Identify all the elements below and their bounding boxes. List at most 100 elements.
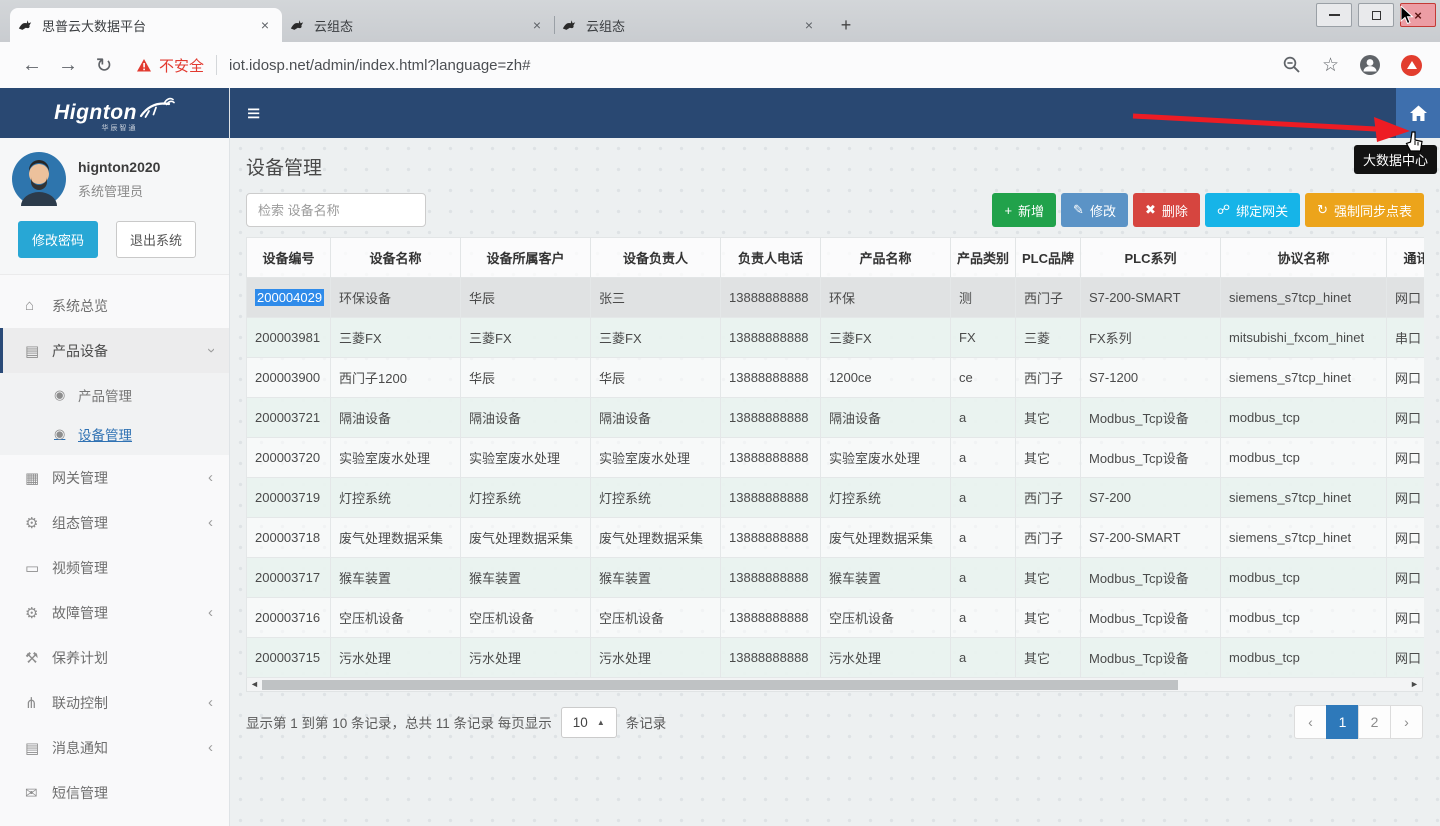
- scroll-right-icon[interactable]: ►: [1407, 680, 1422, 689]
- sidebar-item[interactable]: ▭视频管理: [0, 545, 229, 590]
- scrollbar-thumb[interactable]: [262, 680, 1178, 690]
- main-area: ≡ 大数据中心 设备管理 +新增✎修改✖删除☍绑定网关↻强制同步点表: [230, 88, 1440, 826]
- home-button[interactable]: [1396, 88, 1440, 138]
- sidebar-item[interactable]: ▦空间管理: [0, 815, 229, 826]
- table-row[interactable]: 200004029环保设备华辰张三13888888888环保测西门子S7-200…: [247, 278, 1425, 318]
- browser-tab[interactable]: 思普云大数据平台×: [10, 8, 282, 42]
- scrollbar-track[interactable]: [262, 680, 1407, 690]
- sidebar-item[interactable]: ✉短信管理: [0, 770, 229, 815]
- zoom-out-icon[interactable]: [1282, 55, 1302, 75]
- tab-strip: 思普云大数据平台×云组态×云组态×: [10, 8, 826, 42]
- edit-button[interactable]: ✎修改: [1061, 193, 1128, 227]
- table-cell: 西门子: [1016, 518, 1081, 558]
- dot-circle-icon: ◉: [54, 387, 78, 403]
- new-tab-button[interactable]: +: [832, 11, 860, 39]
- prev-page[interactable]: ‹: [1294, 705, 1327, 739]
- forward-button[interactable]: →: [50, 54, 86, 77]
- logo-subtext: 华辰智通: [102, 123, 138, 133]
- sidebar-item[interactable]: ⌂系统总览: [0, 283, 229, 328]
- minimize-button[interactable]: [1316, 3, 1352, 27]
- table-cell: 网口: [1387, 478, 1425, 518]
- browser-tab[interactable]: 云组态×: [554, 8, 826, 42]
- table-cell: 西门子1200: [331, 358, 461, 398]
- reload-button[interactable]: ↻: [86, 53, 122, 78]
- page-buttons: ‹12›: [1294, 705, 1423, 739]
- scroll-left-icon[interactable]: ◄: [247, 680, 262, 689]
- column-header: 通讯: [1387, 238, 1425, 278]
- profile-avatar-icon[interactable]: [1359, 54, 1381, 76]
- sidebar-item[interactable]: ▦网关管理‹: [0, 455, 229, 500]
- sidebar-item-label: 产品设备: [52, 341, 108, 361]
- sidebar-item[interactable]: ▤产品设备‹: [0, 328, 229, 373]
- table-row[interactable]: 200003717猴车装置猴车装置猴车装置13888888888猴车装置a其它M…: [247, 558, 1425, 598]
- change-password-button[interactable]: 修改密码: [18, 221, 98, 258]
- browser-extension-icon[interactable]: [1401, 55, 1422, 76]
- sidebar-item[interactable]: ⚙组态管理‹: [0, 500, 229, 545]
- add-button[interactable]: +新增: [992, 193, 1056, 227]
- table-cell: siemens_s7tcp_hinet: [1221, 518, 1387, 558]
- column-header: 产品类别: [951, 238, 1016, 278]
- table-cell: S7-200: [1081, 478, 1221, 518]
- table-cell: a: [951, 558, 1016, 598]
- tab-close-icon[interactable]: ×: [528, 17, 546, 33]
- table-cell: modbus_tcp: [1221, 558, 1387, 598]
- sidebar-subitem[interactable]: ◉设备管理: [0, 414, 229, 453]
- table-cell: 西门子: [1016, 478, 1081, 518]
- button-label: 删除: [1162, 201, 1188, 220]
- table-cell: 猴车装置: [591, 558, 721, 598]
- horizontal-scrollbar[interactable]: ◄ ►: [246, 678, 1423, 692]
- logout-button[interactable]: 退出系统: [116, 221, 196, 258]
- chevron-left-icon: ‹: [208, 739, 213, 756]
- sidebar-item-label: 短信管理: [52, 783, 108, 803]
- browser-tab[interactable]: 云组态×: [282, 8, 554, 42]
- sidebar-item[interactable]: ▤消息通知‹: [0, 725, 229, 770]
- table-row[interactable]: 200003719灯控系统灯控系统灯控系统13888888888灯控系统a西门子…: [247, 478, 1425, 518]
- page-2[interactable]: 2: [1358, 705, 1391, 739]
- table-row[interactable]: 200003718废气处理数据采集废气处理数据采集废气处理数据采集1388888…: [247, 518, 1425, 558]
- sidebar-item[interactable]: ⚙故障管理‹: [0, 590, 229, 635]
- browser-window: 思普云大数据平台×云组态×云组态× + × ← → ↻ 不安全 iot.idos…: [0, 0, 1440, 826]
- close-button[interactable]: ×: [1400, 3, 1436, 27]
- table-cell: 华辰: [461, 278, 591, 318]
- restore-button[interactable]: [1358, 3, 1394, 27]
- tab-title: 思普云大数据平台: [36, 16, 256, 35]
- force-sync-button[interactable]: ↻强制同步点表: [1305, 193, 1424, 227]
- bind-gateway-button[interactable]: ☍绑定网关: [1205, 193, 1300, 227]
- table-cell: Modbus_Tcp设备: [1081, 438, 1221, 478]
- sidebar-item[interactable]: ⚒保养计划: [0, 635, 229, 680]
- menu-toggle-button[interactable]: ≡: [247, 102, 260, 125]
- table-cell: a: [951, 518, 1016, 558]
- page-1[interactable]: 1: [1326, 705, 1359, 739]
- table-row[interactable]: 200003715污水处理污水处理污水处理13888888888污水处理a其它M…: [247, 638, 1425, 678]
- table-row[interactable]: 200003981三菱FX三菱FX三菱FX13888888888三菱FXFX三菱…: [247, 318, 1425, 358]
- table-cell: 隔油设备: [331, 398, 461, 438]
- table-row[interactable]: 200003721隔油设备隔油设备隔油设备13888888888隔油设备a其它M…: [247, 398, 1425, 438]
- search-input[interactable]: [246, 193, 426, 227]
- sidebar-item[interactable]: ⋔联动控制‹: [0, 680, 229, 725]
- table-cell: 其它: [1016, 598, 1081, 638]
- next-page[interactable]: ›: [1390, 705, 1423, 739]
- table-row[interactable]: 200003900西门子1200华辰华辰138888888881200cece西…: [247, 358, 1425, 398]
- sidebar-subitem[interactable]: ◉产品管理: [0, 375, 229, 414]
- url-text[interactable]: iot.idosp.net/admin/index.html?language=…: [229, 57, 1282, 74]
- site-favicon-icon: [290, 18, 308, 32]
- table-cell: 猴车装置: [331, 558, 461, 598]
- table-cell: 200003719: [247, 478, 331, 518]
- table-row[interactable]: 200003720实验室废水处理实验室废水处理实验室废水处理1388888888…: [247, 438, 1425, 478]
- page-size-select[interactable]: 10 ▲: [561, 707, 617, 738]
- table-cell: 13888888888: [721, 278, 821, 318]
- table-cell: siemens_s7tcp_hinet: [1221, 478, 1387, 518]
- table-row[interactable]: 200003716空压机设备空压机设备空压机设备13888888888空压机设备…: [247, 598, 1425, 638]
- table-cell: 网口: [1387, 558, 1425, 598]
- book-icon: ▤: [25, 739, 52, 757]
- security-chip[interactable]: 不安全: [136, 55, 204, 76]
- delete-button[interactable]: ✖删除: [1133, 193, 1200, 227]
- table-cell: 13888888888: [721, 478, 821, 518]
- table-cell: 网口: [1387, 398, 1425, 438]
- site-favicon-icon: [18, 18, 36, 32]
- bookmark-star-icon[interactable]: ☆: [1322, 54, 1339, 77]
- back-button[interactable]: ←: [14, 54, 50, 77]
- tab-close-icon[interactable]: ×: [256, 17, 274, 33]
- page-size-value: 10: [573, 715, 588, 730]
- tab-close-icon[interactable]: ×: [800, 17, 818, 33]
